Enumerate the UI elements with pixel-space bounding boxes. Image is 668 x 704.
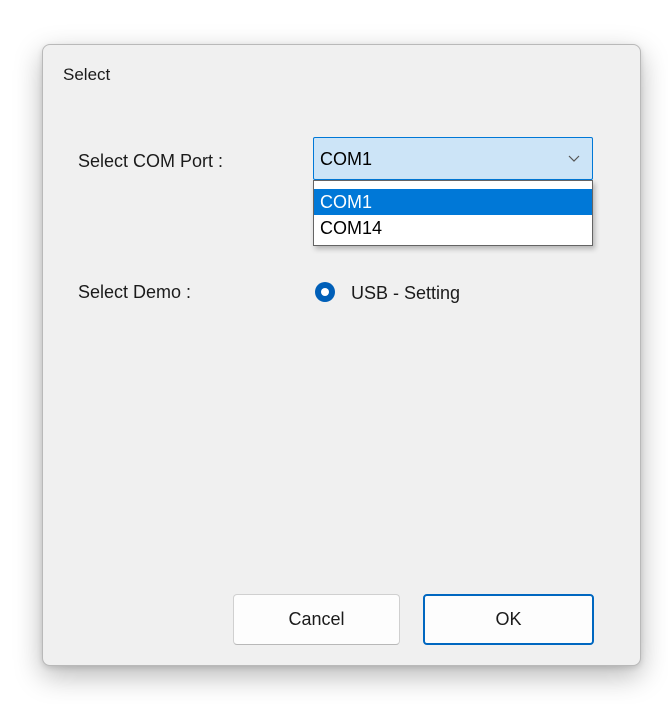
select-dialog: Select Select COM Port : COM1 COM1 COM14… <box>42 44 641 666</box>
dialog-title: Select <box>63 65 111 84</box>
radio-selected-icon[interactable] <box>315 282 335 302</box>
demo-option-label: USB - Setting <box>351 283 461 303</box>
cancel-button[interactable]: Cancel <box>233 594 400 645</box>
com-port-option-com1[interactable]: COM1 <box>314 189 592 215</box>
com-port-option-com14[interactable]: COM14 <box>314 215 592 241</box>
chevron-down-icon <box>568 155 580 162</box>
com-port-dropdown[interactable]: COM1 <box>313 137 593 180</box>
com-port-label: Select COM Port : <box>78 151 224 171</box>
radio-dot <box>321 288 329 296</box>
com-port-selected-value: COM1 <box>320 149 373 169</box>
ok-button[interactable]: OK <box>423 594 594 645</box>
demo-label: Select Demo : <box>78 282 192 302</box>
com-port-options-list: COM1 COM14 <box>313 180 593 246</box>
